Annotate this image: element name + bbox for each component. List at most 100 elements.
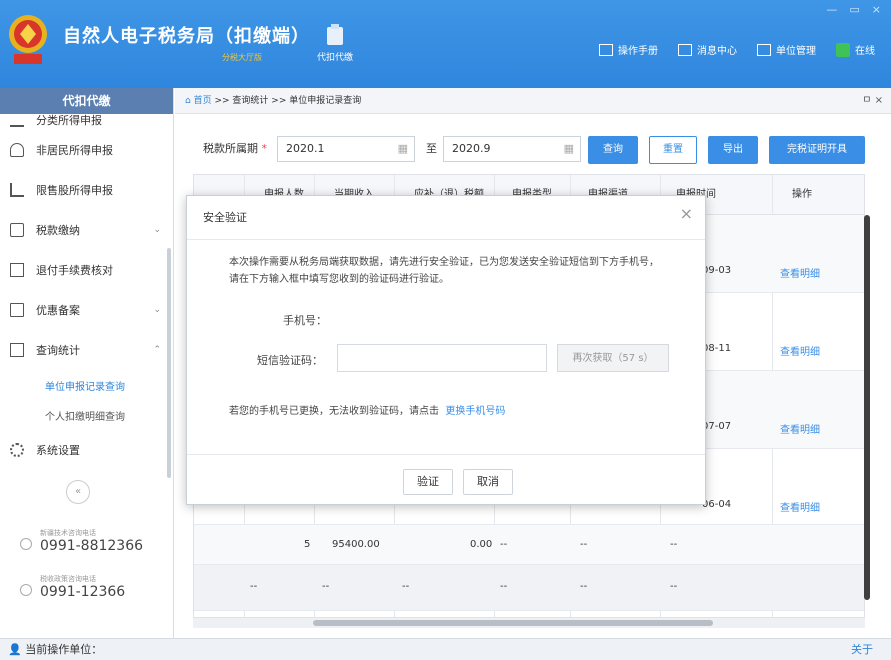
breadcrumb-home[interactable]: 首页	[194, 96, 212, 106]
breadcrumb-level1[interactable]: 查询统计	[232, 96, 268, 106]
tab-controls[interactable]: ㅁ ×	[862, 88, 883, 114]
tax-emblem-icon	[9, 15, 47, 64]
breadcrumb: ⌂ 首页 >> 查询统计 >> 单位申报记录查询 ㅁ ×	[175, 88, 891, 114]
close-window-button[interactable]: ×	[872, 3, 881, 16]
mail-icon	[678, 43, 692, 56]
policy-hotline: 税收政策咨询电话 0991-12366	[20, 574, 125, 600]
change-phone-notice: 若您的手机号已更换，无法收到验证码，请点击 更换手机号码	[229, 402, 505, 417]
change-phone-text: 若您的手机号已更换，无法收到验证码，请点击	[229, 406, 439, 417]
bar-chart-icon	[10, 183, 24, 197]
sms-code-label: 短信验证码：	[257, 354, 323, 367]
table-vertical-scrollbar[interactable]	[864, 215, 870, 600]
calendar-icon[interactable]: ▦	[398, 137, 408, 161]
view-details-link[interactable]: 查看明细	[780, 421, 820, 436]
unit-management-link[interactable]: 单位管理	[757, 42, 816, 57]
sidebar-collapse-button[interactable]: «	[66, 480, 90, 504]
period-end-input[interactable]: 2020.9 ▦	[443, 136, 581, 162]
sidebar-item-label: 优惠备案	[36, 304, 80, 317]
period-end-value: 2020.9	[452, 142, 491, 155]
top-links: 操作手册 消息中心 单位管理 在线	[599, 42, 875, 57]
status-bar: 👤 当前操作单位： 关于	[0, 638, 891, 660]
change-phone-link[interactable]: 更换手机号码	[445, 406, 505, 417]
breadcrumb-level2: 单位申报记录查询	[289, 96, 362, 106]
sidebar-item-restricted-shares[interactable]: 限售股所得申报	[0, 170, 173, 210]
home-icon[interactable]: ⌂	[185, 96, 194, 106]
view-details-link[interactable]: 查看明细	[780, 343, 820, 358]
sidebar-sub-unit-records[interactable]: 单位申报记录查询	[0, 370, 173, 400]
tech-hotline: 新疆技术咨询电话 0991-8812366	[20, 528, 143, 554]
calendar-icon[interactable]: ▦	[564, 137, 574, 161]
user-icon: 👤	[8, 643, 26, 656]
clipboard-icon	[327, 24, 343, 45]
tax-certificate-button[interactable]: 完税证明开具	[769, 136, 865, 164]
period-start-input[interactable]: 2020.1 ▦	[277, 136, 415, 162]
search-doc-icon	[10, 343, 24, 357]
required-mark: *	[261, 142, 268, 155]
table-row: 5 95400.00 0.00 -- -- --	[194, 525, 864, 565]
message-center-link[interactable]: 消息中心	[678, 42, 737, 57]
resend-code-button[interactable]: 再次获取（57 s）	[557, 344, 669, 372]
manual-link[interactable]: 操作手册	[599, 42, 658, 57]
sidebar-item-label: 限售股所得申报	[36, 184, 113, 197]
person-icon	[10, 143, 24, 157]
dialog-message: 本次操作需要从税务局端获取数据，请先进行安全验证，已为您发送安全验证短信到下方手…	[229, 257, 659, 285]
reset-button[interactable]: 重置	[649, 136, 697, 164]
card-icon	[10, 223, 24, 237]
sidebar-item-label: 税款缴纳	[36, 224, 80, 237]
period-label-text: 税款所属期	[203, 142, 258, 155]
row-date: 06-04	[702, 499, 732, 510]
query-button[interactable]: 查询	[588, 136, 638, 164]
withhold-toolbar-button[interactable]: 代扣代缴	[313, 24, 357, 63]
online-check-icon	[836, 42, 850, 57]
sidebar-item-preferential-filing[interactable]: 优惠备案 ⌄	[0, 290, 173, 330]
chevron-up-icon: ⌃	[153, 345, 161, 355]
view-details-link[interactable]: 查看明细	[780, 265, 820, 280]
sidebar-item-settings[interactable]: 系统设置	[0, 430, 173, 470]
scrollbar-thumb[interactable]	[313, 620, 713, 626]
sidebar-item-label: 非居民所得申报	[36, 144, 113, 157]
cell-tax: --	[402, 581, 410, 592]
cancel-button[interactable]: 取消	[463, 469, 513, 495]
sidebar-item-refund-fee[interactable]: 退付手续费核对	[0, 250, 173, 290]
sidebar-sub-personal-details[interactable]: 个人扣缴明细查询	[0, 400, 173, 430]
cell-time: --	[670, 581, 678, 592]
title-bar: 自然人电子税务局（扣缴端） 分税大厅版 代扣代缴 操作手册 消息中心 单位管理 …	[0, 0, 891, 88]
cell-income: 95400.00	[332, 539, 380, 550]
gear-icon	[10, 443, 24, 457]
export-button[interactable]: 导出	[708, 136, 758, 164]
security-verification-dialog: 安全验证 × 本次操作需要从税务局端获取数据，请先进行安全验证，已为您发送安全验…	[186, 195, 706, 505]
table-horizontal-scrollbar[interactable]	[193, 618, 865, 628]
withhold-toolbar-label: 代扣代缴	[316, 53, 353, 63]
sidebar-item-query-stats[interactable]: 查询统计 ⌃	[0, 330, 173, 370]
sidebar-item-category-income[interactable]: 分类所得申报	[0, 110, 173, 130]
unit-management-label: 单位管理	[776, 46, 816, 57]
cell-type: --	[500, 539, 508, 550]
phone-label: 手机号：	[283, 314, 327, 327]
sidebar-scrollbar[interactable]	[167, 248, 171, 478]
minimize-button[interactable]: —	[826, 3, 837, 16]
close-icon[interactable]: ×	[680, 204, 693, 223]
cell-channel: --	[580, 539, 588, 550]
app-title: 自然人电子税务局（扣缴端）	[63, 26, 310, 47]
list-icon	[10, 113, 24, 127]
sidebar-item-label: 系统设置	[36, 444, 80, 457]
sidebar-item-tax-payment[interactable]: 税款缴纳 ⌄	[0, 210, 173, 250]
sidebar-item-label: 退付手续费核对	[36, 264, 113, 277]
sidebar-item-nonresident[interactable]: 非居民所得申报	[0, 130, 173, 170]
cell-income: --	[322, 581, 330, 592]
receipt-icon	[10, 263, 24, 277]
about-link[interactable]: 关于	[851, 639, 873, 660]
cell-tax: 0.00	[470, 539, 493, 550]
book-icon	[599, 43, 613, 56]
sms-code-input[interactable]	[337, 344, 547, 372]
hotline-number: 0991-8812366	[40, 538, 144, 554]
phone-icon	[20, 538, 32, 550]
verify-button[interactable]: 验证	[403, 469, 453, 495]
view-details-link[interactable]: 查看明细	[780, 499, 820, 514]
maximize-button[interactable]: ▭	[849, 3, 859, 16]
cell-time: --	[670, 539, 678, 550]
period-label: 税款所属期 *	[203, 140, 267, 156]
current-unit-label: 当前操作单位：	[25, 643, 103, 656]
online-status[interactable]: 在线	[836, 42, 875, 57]
row-date: 09-03	[702, 265, 732, 276]
